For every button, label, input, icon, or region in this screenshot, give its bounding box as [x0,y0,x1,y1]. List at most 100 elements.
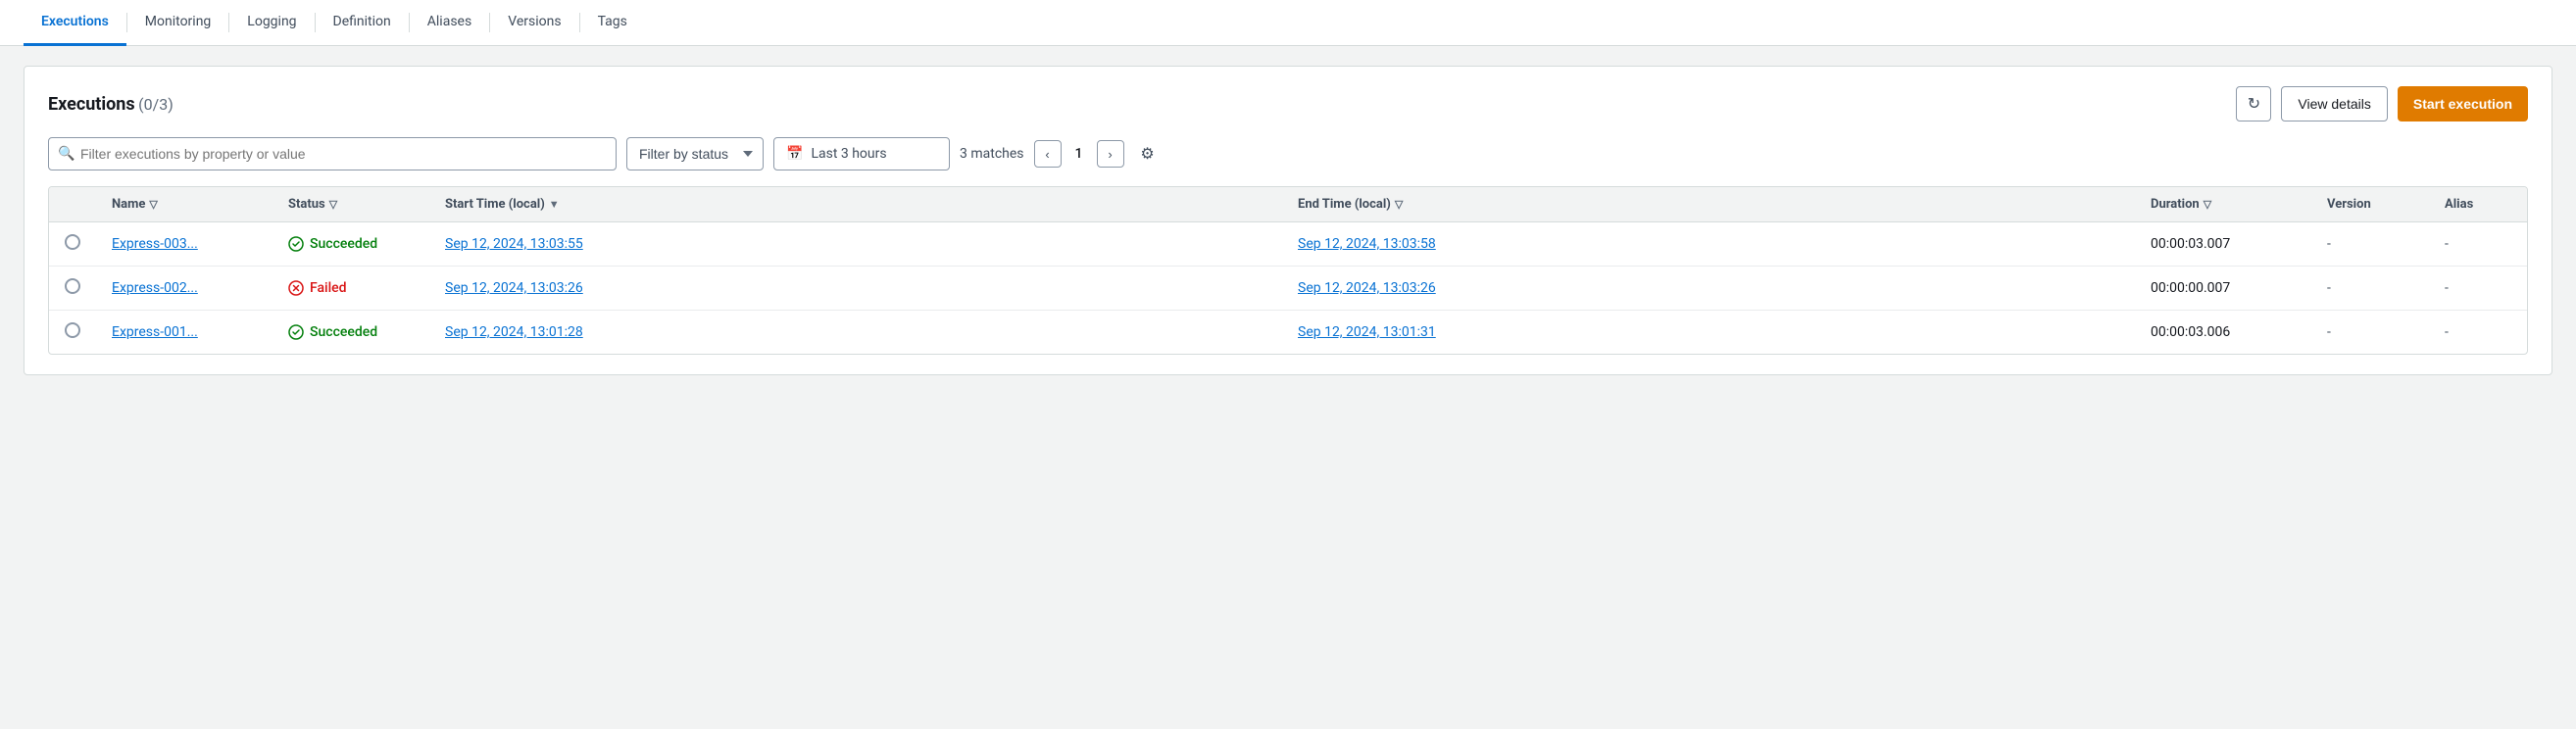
table: Name▽Status▽Start Time (local)▼End Time … [49,187,2527,354]
status-badge-0: Succeeded [288,236,414,252]
execution-link-1[interactable]: Express-002... [112,280,198,296]
row-status-0: Succeeded [272,222,429,267]
prev-page-button[interactable]: ‹ [1034,140,1062,168]
header-actions: ↻ View details Start execution [2236,86,2528,122]
tab-versions[interactable]: Versions [490,0,578,46]
search-input[interactable] [48,137,617,170]
matches-label: 3 matches [960,146,1024,162]
table-settings-button[interactable]: ⚙ [1134,140,1162,168]
tab-bar: ExecutionsMonitoringLoggingDefinitionAli… [0,0,2576,46]
row-duration-1: 00:00:00.007 [2135,267,2311,311]
row-duration-2: 00:00:03.006 [2135,311,2311,355]
end-time-link-0[interactable]: Sep 12, 2024, 13:03:58 [1298,236,1436,252]
time-range-filter[interactable]: 📅 Last 3 hours [773,137,950,170]
failed-icon [288,280,304,296]
col-label-start_time: Start Time (local) [445,197,545,212]
row-alias-1: - [2429,267,2527,311]
start-execution-button[interactable]: Start execution [2398,86,2528,122]
refresh-button[interactable]: ↻ [2236,86,2271,122]
row-check-1 [49,267,96,311]
row-name-0: Express-003... [96,222,272,267]
table-row: Express-002... Failed Sep 12, 2024, 13:03:… [49,267,2527,311]
executions-card: Executions (0/3) ↻ View details Start ex… [24,66,2552,375]
search-icon: 🔍 [58,146,74,162]
tab-logging[interactable]: Logging [229,0,314,46]
tab-tags[interactable]: Tags [580,0,645,46]
col-label-duration: Duration [2151,197,2200,212]
row-name-2: Express-001... [96,311,272,355]
view-details-button[interactable]: View details [2281,86,2387,122]
table-row: Express-003... Succeeded Sep 12, 2024, 13:… [49,222,2527,267]
card-title-wrap: Executions (0/3) [48,94,173,115]
row-radio-0[interactable] [65,234,80,250]
col-header-start_time[interactable]: Start Time (local) ▼ [429,187,1282,222]
status-badge-2: Succeeded [288,324,414,340]
row-end-time-2: Sep 12, 2024, 13:01:31 [1282,311,2135,355]
card-title: Executions [48,94,135,115]
col-label-version: Version [2327,197,2371,212]
filter-bar: 🔍 Filter by statusSucceededFailedRunning… [48,137,2528,170]
card-header: Executions (0/3) ↻ View details Start ex… [48,86,2528,122]
row-end-time-1: Sep 12, 2024, 13:03:26 [1282,267,2135,311]
end-time-link-2[interactable]: Sep 12, 2024, 13:01:31 [1298,324,1436,340]
row-duration-0: 00:00:03.007 [2135,222,2311,267]
tab-aliases[interactable]: Aliases [410,0,489,46]
pagination: ‹ 1 › [1034,140,1124,168]
row-check-0 [49,222,96,267]
success-icon [288,236,304,252]
header-row: Name▽Status▽Start Time (local)▼End Time … [49,187,2527,222]
status-filter-select[interactable]: Filter by statusSucceededFailedRunningTi… [626,137,764,170]
col-header-check [49,187,96,222]
col-header-status[interactable]: Status▽ [272,187,429,222]
time-range-label: Last 3 hours [811,146,886,162]
card-count: (0/3) [138,95,173,114]
main-content: Executions (0/3) ↻ View details Start ex… [0,46,2576,395]
row-name-1: Express-002... [96,267,272,311]
execution-link-0[interactable]: Express-003... [112,236,198,252]
row-status-2: Succeeded [272,311,429,355]
status-label-2: Succeeded [310,324,377,340]
row-status-1: Failed [272,267,429,311]
search-wrap: 🔍 [48,137,617,170]
table-body: Express-003... Succeeded Sep 12, 2024, 13:… [49,222,2527,355]
table-row: Express-001... Succeeded Sep 12, 2024, 13:… [49,311,2527,355]
row-version-2: - [2311,311,2429,355]
success-icon [288,324,304,340]
page-number: 1 [1065,140,1093,168]
time-range-icon: 📅 [786,146,803,162]
status-badge-1: Failed [288,280,414,296]
tab-executions[interactable]: Executions [24,0,126,46]
executions-table: Name▽Status▽Start Time (local)▼End Time … [48,186,2528,355]
sort-icon-duration: ▽ [2204,198,2211,211]
sort-icon-start_time: ▼ [549,198,560,211]
row-version-1: - [2311,267,2429,311]
sort-icon-end_time: ▽ [1395,198,1403,211]
status-label-1: Failed [310,280,347,296]
next-page-button[interactable]: › [1097,140,1124,168]
row-radio-1[interactable] [65,278,80,294]
row-end-time-0: Sep 12, 2024, 13:03:58 [1282,222,2135,267]
row-check-2 [49,311,96,355]
col-header-alias: Alias [2429,187,2527,222]
col-header-version: Version [2311,187,2429,222]
col-label-alias: Alias [2445,197,2473,212]
col-header-duration[interactable]: Duration ▽ [2135,187,2311,222]
end-time-link-1[interactable]: Sep 12, 2024, 13:03:26 [1298,280,1436,296]
table-header: Name▽Status▽Start Time (local)▼End Time … [49,187,2527,222]
tab-monitoring[interactable]: Monitoring [127,0,229,46]
row-start-time-1: Sep 12, 2024, 13:03:26 [429,267,1282,311]
execution-link-2[interactable]: Express-001... [112,324,198,340]
row-alias-0: - [2429,222,2527,267]
col-label-status: Status [288,197,325,212]
row-radio-2[interactable] [65,322,80,338]
col-label-end_time: End Time (local) [1298,197,1391,212]
start-time-link-0[interactable]: Sep 12, 2024, 13:03:55 [445,236,583,252]
sort-icon-name: ▽ [149,198,157,211]
row-start-time-2: Sep 12, 2024, 13:01:28 [429,311,1282,355]
col-header-end_time[interactable]: End Time (local) ▽ [1282,187,2135,222]
tab-definition[interactable]: Definition [316,0,409,46]
start-time-link-1[interactable]: Sep 12, 2024, 13:03:26 [445,280,583,296]
col-header-name[interactable]: Name ▽ [96,187,272,222]
start-time-link-2[interactable]: Sep 12, 2024, 13:01:28 [445,324,583,340]
col-label-name: Name [112,197,145,212]
